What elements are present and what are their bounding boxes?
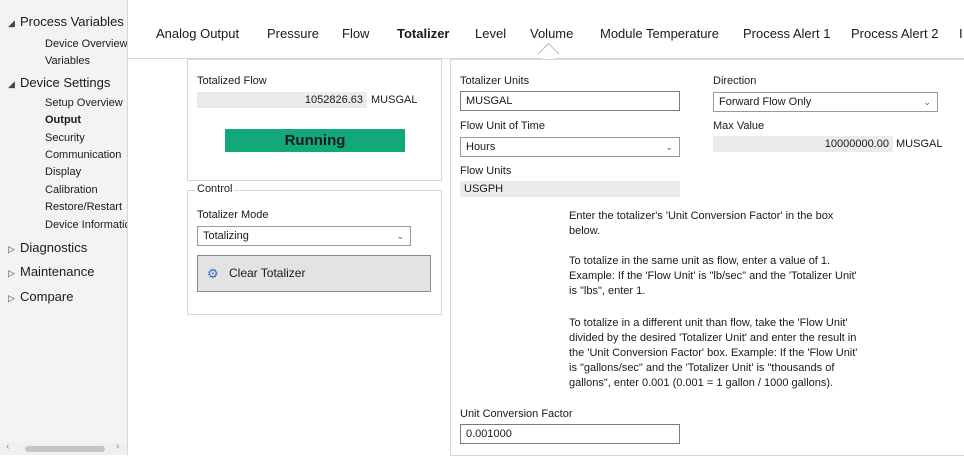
help-text-different-unit: To totalize in a different unit than flo… bbox=[569, 317, 858, 389]
expand-right-icon[interactable]: ▷ bbox=[8, 244, 20, 255]
tree-group-label: Diagnostics bbox=[20, 240, 88, 255]
tab-flow[interactable]: Flow bbox=[342, 26, 369, 41]
tab-module-temperature[interactable]: Module Temperature bbox=[600, 26, 719, 41]
tree-item-security[interactable]: Security bbox=[45, 132, 85, 144]
totalizer-status-indicator: Running bbox=[225, 129, 405, 152]
direction-value: Forward Flow Only bbox=[719, 96, 812, 108]
chevron-down-icon: ⌄ bbox=[396, 231, 404, 241]
flow-unit-of-time-value: Hours bbox=[466, 141, 496, 153]
totalizer-mode-label: Totalizer Mode bbox=[197, 209, 269, 221]
chevron-down-icon: ⌄ bbox=[923, 97, 931, 107]
tree-group-compare[interactable]: ▷ Compare bbox=[8, 289, 73, 304]
chevron-down-icon: ⌄ bbox=[665, 142, 673, 152]
totalizer-mode-value: Totalizing bbox=[203, 230, 249, 242]
tree-item-device-overview[interactable]: Device Overview bbox=[45, 38, 127, 50]
tab-analog-output[interactable]: Analog Output bbox=[156, 26, 239, 41]
tab-overflow[interactable]: I bbox=[959, 26, 963, 41]
tab-totalizer[interactable]: Totalizer bbox=[397, 26, 450, 41]
max-value-field: 10000000.00 bbox=[713, 136, 893, 152]
tree-item-variables[interactable]: Variables bbox=[45, 55, 90, 67]
tree-group-process-variables[interactable]: ◢ Process Variables bbox=[8, 14, 124, 29]
tab-level[interactable]: Level bbox=[475, 26, 506, 41]
tree-group-label: Maintenance bbox=[20, 264, 95, 279]
scrollbar-thumb[interactable] bbox=[25, 446, 105, 452]
tab-process-alert-1[interactable]: Process Alert 1 bbox=[743, 26, 830, 41]
flow-unit-of-time-label: Flow Unit of Time bbox=[460, 120, 545, 132]
clear-totalizer-label: Clear Totalizer bbox=[229, 266, 306, 280]
expand-right-icon[interactable]: ▷ bbox=[8, 293, 20, 304]
clear-totalizer-button[interactable]: ⚙ Clear Totalizer bbox=[197, 255, 431, 292]
help-text-same-unit: To totalize in the same unit as flow, en… bbox=[569, 255, 857, 297]
tree-item-output[interactable]: Output bbox=[45, 114, 81, 126]
expand-down-icon[interactable]: ◢ bbox=[8, 79, 20, 90]
direction-select[interactable]: Forward Flow Only ⌄ bbox=[713, 92, 938, 112]
scroll-left-icon[interactable]: ‹ bbox=[6, 441, 9, 452]
tree-group-label: Process Variables bbox=[20, 14, 124, 29]
totalized-flow-unit: MUSGAL bbox=[371, 94, 418, 106]
max-value-unit: MUSGAL bbox=[896, 138, 943, 150]
tab-volume[interactable]: Volume bbox=[530, 26, 573, 41]
totalizer-mode-select[interactable]: Totalizing ⌄ bbox=[197, 226, 411, 246]
tab-pressure[interactable]: Pressure bbox=[267, 26, 319, 41]
unit-conversion-factor-label: Unit Conversion Factor bbox=[460, 408, 573, 420]
navigation-sidebar: ◢ Process Variables Device Overview Varia… bbox=[0, 0, 128, 455]
tab-process-alert-2[interactable]: Process Alert 2 bbox=[851, 26, 938, 41]
gears-icon: ⚙ bbox=[207, 266, 219, 281]
direction-label: Direction bbox=[713, 75, 757, 87]
expand-right-icon[interactable]: ▷ bbox=[8, 268, 20, 279]
flow-units-label: Flow Units bbox=[460, 165, 512, 177]
control-legend: Control bbox=[195, 183, 235, 195]
tree-item-restore-restart[interactable]: Restore/Restart bbox=[45, 201, 122, 213]
totalizer-units-input[interactable]: MUSGAL bbox=[460, 91, 680, 111]
unit-conversion-factor-input[interactable]: 0.001000 bbox=[460, 424, 680, 444]
tree-item-communication[interactable]: Communication bbox=[45, 149, 121, 161]
scroll-right-icon[interactable]: › bbox=[116, 441, 119, 452]
max-value-label: Max Value bbox=[713, 120, 765, 132]
tree-item-setup-overview[interactable]: Setup Overview bbox=[45, 97, 123, 109]
help-text-intro: Enter the totalizer's 'Unit Conversion F… bbox=[569, 210, 834, 237]
totalizer-units-label: Totalizer Units bbox=[460, 75, 530, 87]
tree-group-label: Compare bbox=[20, 289, 74, 304]
tree-item-calibration[interactable]: Calibration bbox=[45, 184, 98, 196]
expand-down-icon[interactable]: ◢ bbox=[8, 18, 20, 29]
tab-bar: Analog Output Pressure Flow Totalizer Le… bbox=[128, 0, 964, 65]
tree-group-label: Device Settings bbox=[20, 75, 111, 90]
tree-group-device-settings[interactable]: ◢ Device Settings bbox=[8, 75, 110, 90]
tree-item-device-information[interactable]: Device Informatic bbox=[45, 219, 127, 231]
tree-group-maintenance[interactable]: ▷ Maintenance bbox=[8, 264, 94, 279]
tree-item-display[interactable]: Display bbox=[45, 166, 81, 178]
sidebar-horizontal-scrollbar[interactable]: ‹ › bbox=[0, 441, 127, 455]
totalized-flow-label: Totalized Flow bbox=[197, 75, 267, 87]
tree-group-diagnostics[interactable]: ▷ Diagnostics bbox=[8, 240, 87, 255]
flow-unit-of-time-select[interactable]: Hours ⌄ bbox=[460, 137, 680, 157]
flow-units-value: USGPH bbox=[460, 181, 680, 197]
totalized-flow-value: 1052826.63 bbox=[197, 92, 367, 108]
